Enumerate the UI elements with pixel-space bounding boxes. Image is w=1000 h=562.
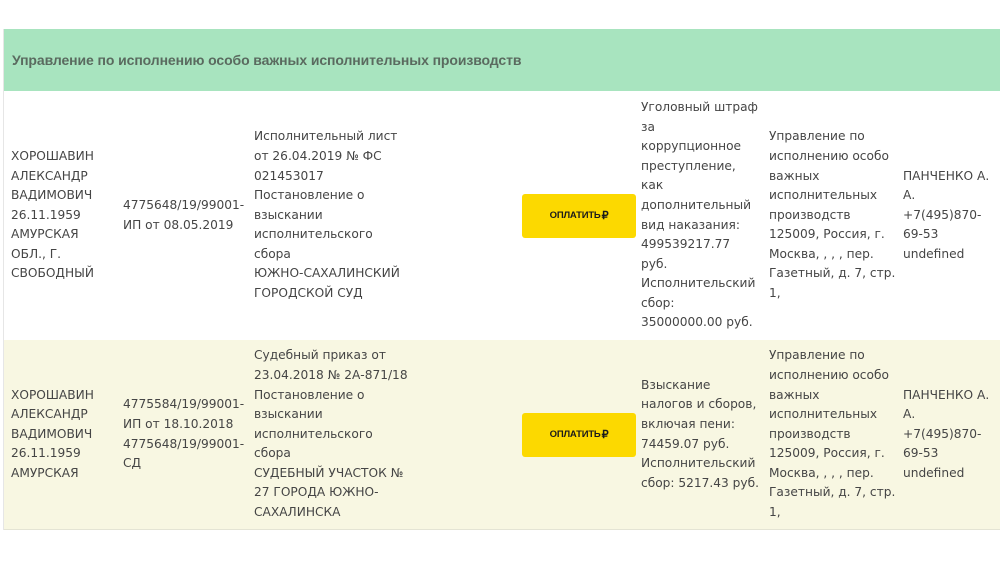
document-cell: Судебный приказ от 23.04.2018 № 2А-871/1…: [254, 348, 408, 520]
pay-cell: ОПЛАТИТЬ ₽: [516, 193, 638, 238]
pay-cell: ОПЛАТИТЬ ₽: [516, 412, 638, 457]
ruble-sign-icon: ₽: [601, 429, 609, 441]
department-group-header: Управление по исполнению особо важных ис…: [4, 29, 1000, 91]
bailiff-cell: ПАНЧЕНКО А. А. +7(495)870- 69-53 undefin…: [903, 387, 990, 480]
bailiff-cell: ПАНЧЕНКО А. А. +7(495)870- 69-53 undefin…: [903, 168, 990, 261]
pay-button-label: ОПЛАТИТЬ: [549, 429, 601, 440]
proceeding-number-cell: 4775648/19/99001- ИП от 08.05.2019: [123, 197, 245, 232]
debtor-cell: ХОРОШАВИН АЛЕКСАНДР ВАДИМОВИЧ 26.11.1959…: [11, 148, 94, 281]
enforcement-proceedings-table: Управление по исполнению особо важных ис…: [3, 29, 1000, 530]
ruble-sign-icon: ₽: [601, 210, 609, 222]
document-cell: Исполнительный лист от 26.04.2019 № ФС 0…: [254, 129, 400, 301]
pay-button[interactable]: ОПЛАТИТЬ ₽: [522, 412, 636, 457]
pay-button-label: ОПЛАТИТЬ: [549, 210, 601, 221]
table-row: ХОРОШАВИН АЛЕКСАНДР ВАДИМОВИЧ 26.11.1959…: [4, 91, 1000, 340]
subject-amount-cell: Взыскание налогов и сборов, включая пени…: [641, 377, 760, 490]
table-row: ХОРОШАВИН АЛЕКСАНДР ВАДИМОВИЧ 26.11.1959…: [4, 340, 1000, 530]
subject-amount-cell: Уголовный штраф за коррупционное преступ…: [641, 99, 758, 330]
department-cell: Управление по исполнению особо важных ис…: [769, 129, 896, 301]
department-group-title: Управление по исполнению особо важных ис…: [12, 52, 522, 68]
pay-button[interactable]: ОПЛАТИТЬ ₽: [522, 193, 636, 238]
proceeding-number-cell: 4775584/19/99001- ИП от 18.10.2018 47756…: [123, 397, 245, 471]
department-cell: Управление по исполнению особо важных ис…: [769, 348, 896, 520]
debtor-cell: ХОРОШАВИН АЛЕКСАНДР ВАДИМОВИЧ 26.11.1959…: [11, 387, 94, 480]
